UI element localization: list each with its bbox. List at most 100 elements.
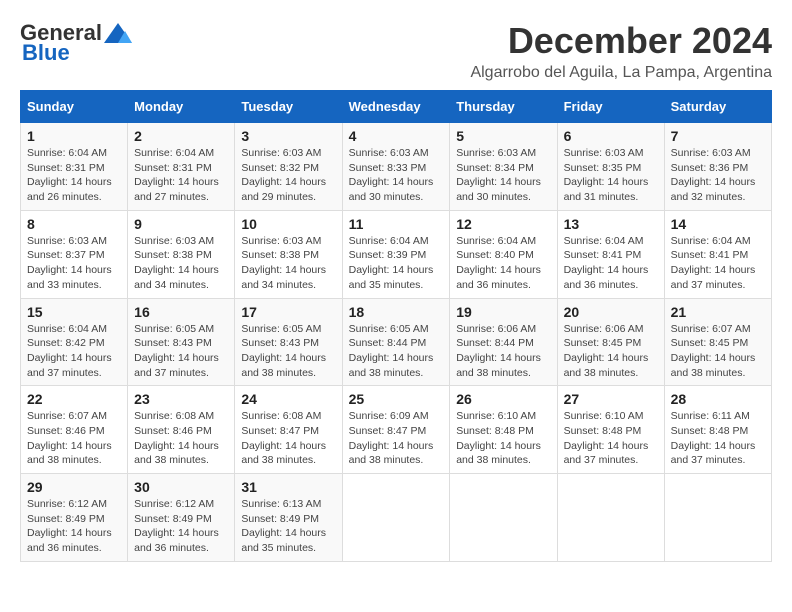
day-info: Sunrise: 6:12 AM Sunset: 8:49 PM Dayligh… bbox=[134, 497, 228, 556]
day-number: 18 bbox=[349, 304, 444, 320]
calendar-day-cell: 21 Sunrise: 6:07 AM Sunset: 8:45 PM Dayli… bbox=[664, 298, 771, 386]
calendar-day-cell: 7 Sunrise: 6:03 AM Sunset: 8:36 PM Daylig… bbox=[664, 123, 771, 211]
day-info: Sunrise: 6:08 AM Sunset: 8:46 PM Dayligh… bbox=[134, 409, 228, 468]
day-number: 10 bbox=[241, 216, 335, 232]
day-number: 15 bbox=[27, 304, 121, 320]
day-info: Sunrise: 6:03 AM Sunset: 8:32 PM Dayligh… bbox=[241, 146, 335, 205]
calendar-day-cell: 14 Sunrise: 6:04 AM Sunset: 8:41 PM Dayli… bbox=[664, 210, 771, 298]
day-number: 4 bbox=[349, 128, 444, 144]
month-title: December 2024 bbox=[470, 20, 772, 62]
day-number: 5 bbox=[456, 128, 550, 144]
day-number: 20 bbox=[564, 304, 658, 320]
day-number: 13 bbox=[564, 216, 658, 232]
day-number: 12 bbox=[456, 216, 550, 232]
day-info: Sunrise: 6:10 AM Sunset: 8:48 PM Dayligh… bbox=[564, 409, 658, 468]
calendar-day-cell: 10Sunrise: 6:03 AM Sunset: 8:38 PM Dayli… bbox=[235, 210, 342, 298]
calendar-day-cell: 22 Sunrise: 6:07 AM Sunset: 8:46 PM Dayli… bbox=[21, 386, 128, 474]
title-section: December 2024 Algarrobo del Aguila, La P… bbox=[470, 20, 772, 82]
calendar-day-cell: 1 Sunrise: 6:04 AM Sunset: 8:31 PM Daylig… bbox=[21, 123, 128, 211]
day-info: Sunrise: 6:04 AM Sunset: 8:42 PM Dayligh… bbox=[27, 322, 121, 381]
calendar-week-row: 8 Sunrise: 6:03 AM Sunset: 8:37 PM Daylig… bbox=[21, 210, 772, 298]
day-info: Sunrise: 6:07 AM Sunset: 8:45 PM Dayligh… bbox=[671, 322, 765, 381]
calendar-day-cell: 5 Sunrise: 6:03 AM Sunset: 8:34 PM Daylig… bbox=[450, 123, 557, 211]
logo-icon bbox=[104, 23, 132, 43]
day-number: 16 bbox=[134, 304, 228, 320]
day-info: Sunrise: 6:03 AM Sunset: 8:36 PM Dayligh… bbox=[671, 146, 765, 205]
calendar-day-cell: 15 Sunrise: 6:04 AM Sunset: 8:42 PM Dayli… bbox=[21, 298, 128, 386]
weekday-header: Thursday bbox=[450, 91, 557, 123]
calendar-day-cell: 20 Sunrise: 6:06 AM Sunset: 8:45 PM Dayli… bbox=[557, 298, 664, 386]
day-info: Sunrise: 6:08 AM Sunset: 8:47 PM Dayligh… bbox=[241, 409, 335, 468]
day-number: 26 bbox=[456, 391, 550, 407]
day-number: 29 bbox=[27, 479, 121, 495]
calendar-day-cell: 17Sunrise: 6:05 AM Sunset: 8:43 PM Dayli… bbox=[235, 298, 342, 386]
day-info: Sunrise: 6:09 AM Sunset: 8:47 PM Dayligh… bbox=[349, 409, 444, 468]
logo-blue-text: Blue bbox=[22, 40, 70, 66]
day-info: Sunrise: 6:07 AM Sunset: 8:46 PM Dayligh… bbox=[27, 409, 121, 468]
day-number: 23 bbox=[134, 391, 228, 407]
logo: General Blue bbox=[20, 20, 132, 66]
day-info: Sunrise: 6:04 AM Sunset: 8:39 PM Dayligh… bbox=[349, 234, 444, 293]
weekday-header: Monday bbox=[128, 91, 235, 123]
calendar-header-row: SundayMondayTuesdayWednesdayThursdayFrid… bbox=[21, 91, 772, 123]
calendar-day-cell: 4 Sunrise: 6:03 AM Sunset: 8:33 PM Daylig… bbox=[342, 123, 450, 211]
calendar-week-row: 1 Sunrise: 6:04 AM Sunset: 8:31 PM Daylig… bbox=[21, 123, 772, 211]
day-info: Sunrise: 6:05 AM Sunset: 8:43 PM Dayligh… bbox=[134, 322, 228, 381]
day-info: Sunrise: 6:13 AM Sunset: 8:49 PM Dayligh… bbox=[241, 497, 335, 556]
day-info: Sunrise: 6:03 AM Sunset: 8:34 PM Dayligh… bbox=[456, 146, 550, 205]
day-info: Sunrise: 6:06 AM Sunset: 8:44 PM Dayligh… bbox=[456, 322, 550, 381]
calendar-week-row: 22 Sunrise: 6:07 AM Sunset: 8:46 PM Dayli… bbox=[21, 386, 772, 474]
weekday-header: Tuesday bbox=[235, 91, 342, 123]
day-info: Sunrise: 6:12 AM Sunset: 8:49 PM Dayligh… bbox=[27, 497, 121, 556]
calendar-day-cell: 23 Sunrise: 6:08 AM Sunset: 8:46 PM Dayli… bbox=[128, 386, 235, 474]
calendar-day-cell: 29 Sunrise: 6:12 AM Sunset: 8:49 PM Dayli… bbox=[21, 474, 128, 562]
calendar-day-cell: 31Sunrise: 6:13 AM Sunset: 8:49 PM Dayli… bbox=[235, 474, 342, 562]
day-info: Sunrise: 6:10 AM Sunset: 8:48 PM Dayligh… bbox=[456, 409, 550, 468]
calendar-day-cell: 19Sunrise: 6:06 AM Sunset: 8:44 PM Dayli… bbox=[450, 298, 557, 386]
day-number: 25 bbox=[349, 391, 444, 407]
calendar-day-cell bbox=[450, 474, 557, 562]
day-number: 7 bbox=[671, 128, 765, 144]
day-info: Sunrise: 6:04 AM Sunset: 8:41 PM Dayligh… bbox=[564, 234, 658, 293]
day-number: 24 bbox=[241, 391, 335, 407]
calendar-day-cell: 26 Sunrise: 6:10 AM Sunset: 8:48 PM Dayli… bbox=[450, 386, 557, 474]
day-info: Sunrise: 6:03 AM Sunset: 8:37 PM Dayligh… bbox=[27, 234, 121, 293]
day-number: 8 bbox=[27, 216, 121, 232]
calendar-day-cell bbox=[664, 474, 771, 562]
weekday-header: Friday bbox=[557, 91, 664, 123]
calendar-day-cell: 16 Sunrise: 6:05 AM Sunset: 8:43 PM Dayli… bbox=[128, 298, 235, 386]
calendar-day-cell: 24 Sunrise: 6:08 AM Sunset: 8:47 PM Dayli… bbox=[235, 386, 342, 474]
calendar-day-cell: 18 Sunrise: 6:05 AM Sunset: 8:44 PM Dayli… bbox=[342, 298, 450, 386]
day-number: 21 bbox=[671, 304, 765, 320]
day-info: Sunrise: 6:04 AM Sunset: 8:31 PM Dayligh… bbox=[27, 146, 121, 205]
calendar-day-cell: 28Sunrise: 6:11 AM Sunset: 8:48 PM Dayli… bbox=[664, 386, 771, 474]
calendar-day-cell: 13 Sunrise: 6:04 AM Sunset: 8:41 PM Dayli… bbox=[557, 210, 664, 298]
day-info: Sunrise: 6:04 AM Sunset: 8:40 PM Dayligh… bbox=[456, 234, 550, 293]
day-number: 28 bbox=[671, 391, 765, 407]
day-info: Sunrise: 6:03 AM Sunset: 8:35 PM Dayligh… bbox=[564, 146, 658, 205]
day-number: 22 bbox=[27, 391, 121, 407]
day-info: Sunrise: 6:05 AM Sunset: 8:44 PM Dayligh… bbox=[349, 322, 444, 381]
calendar-table: SundayMondayTuesdayWednesdayThursdayFrid… bbox=[20, 90, 772, 562]
calendar-day-cell: 3Sunrise: 6:03 AM Sunset: 8:32 PM Daylig… bbox=[235, 123, 342, 211]
page-header: General Blue December 2024 Algarrobo del… bbox=[20, 20, 772, 82]
day-info: Sunrise: 6:04 AM Sunset: 8:31 PM Dayligh… bbox=[134, 146, 228, 205]
day-info: Sunrise: 6:03 AM Sunset: 8:33 PM Dayligh… bbox=[349, 146, 444, 205]
location-title: Algarrobo del Aguila, La Pampa, Argentin… bbox=[470, 64, 772, 82]
day-info: Sunrise: 6:04 AM Sunset: 8:41 PM Dayligh… bbox=[671, 234, 765, 293]
day-number: 6 bbox=[564, 128, 658, 144]
calendar-day-cell bbox=[557, 474, 664, 562]
calendar-day-cell: 25 Sunrise: 6:09 AM Sunset: 8:47 PM Dayli… bbox=[342, 386, 450, 474]
day-info: Sunrise: 6:03 AM Sunset: 8:38 PM Dayligh… bbox=[134, 234, 228, 293]
day-info: Sunrise: 6:05 AM Sunset: 8:43 PM Dayligh… bbox=[241, 322, 335, 381]
day-number: 11 bbox=[349, 216, 444, 232]
day-number: 1 bbox=[27, 128, 121, 144]
day-number: 9 bbox=[134, 216, 228, 232]
day-number: 14 bbox=[671, 216, 765, 232]
day-number: 30 bbox=[134, 479, 228, 495]
day-info: Sunrise: 6:06 AM Sunset: 8:45 PM Dayligh… bbox=[564, 322, 658, 381]
calendar-day-cell: 2Sunrise: 6:04 AM Sunset: 8:31 PM Daylig… bbox=[128, 123, 235, 211]
weekday-header: Sunday bbox=[21, 91, 128, 123]
calendar-day-cell: 30 Sunrise: 6:12 AM Sunset: 8:49 PM Dayli… bbox=[128, 474, 235, 562]
calendar-day-cell: 8 Sunrise: 6:03 AM Sunset: 8:37 PM Daylig… bbox=[21, 210, 128, 298]
